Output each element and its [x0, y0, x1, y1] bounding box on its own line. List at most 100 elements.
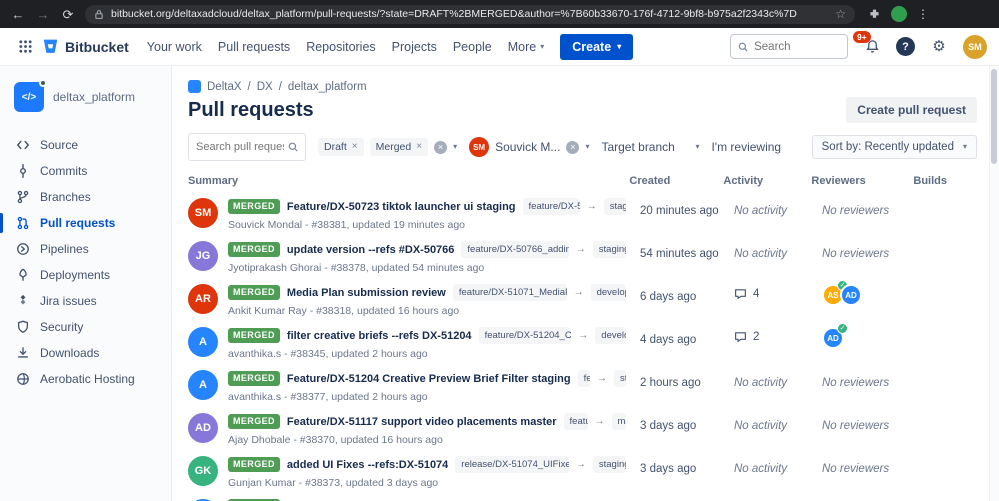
help-icon[interactable]: ?: [896, 37, 915, 56]
pull-request-row[interactable]: GK MERGED added UI Fixes --refs:DX-51074…: [188, 451, 977, 494]
pr-title-link[interactable]: Feature/DX-51117 support video placement…: [287, 416, 557, 428]
target-branch-chip[interactable]: mast...: [611, 413, 626, 431]
browser-profile-avatar[interactable]: [891, 6, 907, 22]
create-button[interactable]: Create ▾: [560, 33, 634, 60]
create-label: Create: [572, 39, 612, 54]
repo-header[interactable]: </> deltax_platform: [0, 79, 171, 112]
target-branch-chip[interactable]: staging: [603, 198, 626, 216]
branches-icon: [17, 190, 29, 204]
nav-item-repositories[interactable]: Repositories: [298, 34, 383, 60]
pr-title-link[interactable]: update version --refs #DX-50766: [287, 244, 455, 256]
state-filter-select[interactable]: Draft × Merged × × ▾: [318, 138, 457, 156]
source-branch-chip[interactable]: release/DX-51074_UIFixes_stagi...: [455, 456, 569, 474]
pr-title-link[interactable]: Feature/DX-51204 Creative Preview Brief …: [287, 373, 571, 385]
sidebar-item-branches[interactable]: Branches: [0, 184, 171, 210]
created-time: 6 days ago: [640, 291, 697, 303]
sidebar-item-deployments[interactable]: Deployments: [0, 262, 171, 288]
browser-back-icon[interactable]: ←: [10, 8, 26, 21]
sidebar-item-pull-requests[interactable]: Pull requests: [0, 210, 171, 236]
pull-request-row[interactable]: A MERGED Feature/DX-51204 Creative Previ…: [188, 365, 977, 408]
pull-request-row[interactable]: AD MERGED Feature/DX-51117 support video…: [188, 408, 977, 451]
source-branch-chip[interactable]: feature/DX-50723-tiktok-launc...: [522, 198, 580, 216]
target-branch-chip[interactable]: develop: [595, 327, 626, 345]
comments-indicator[interactable]: 4: [734, 287, 822, 300]
nav-item-your-work[interactable]: Your work: [139, 34, 210, 60]
pr-author-avatar[interactable]: JG: [188, 241, 218, 271]
user-avatar[interactable]: SM: [963, 34, 987, 59]
pr-author-avatar[interactable]: SM: [188, 198, 218, 228]
pr-author-avatar[interactable]: A: [188, 370, 218, 400]
source-icon: [17, 140, 29, 150]
nav-item-projects[interactable]: Projects: [384, 34, 445, 60]
pr-title-link[interactable]: added UI Fixes --refs:DX-51074: [287, 459, 448, 471]
pr-author-avatar[interactable]: AR: [188, 284, 218, 314]
target-branch-select[interactable]: Target branch ▾: [601, 140, 699, 154]
sidebar-item-label: Source: [40, 138, 79, 152]
pull-request-row[interactable]: SM MERGED Feature/DX-50723 tiktok launch…: [188, 193, 977, 236]
pull-request-row[interactable]: A MERGED: [188, 494, 977, 501]
brand-name: Bitbucket: [65, 38, 129, 55]
pull-request-row[interactable]: A MERGED filter creative briefs --refs D…: [188, 322, 977, 365]
settings-gear-icon[interactable]: ⚙: [928, 36, 950, 58]
pull-request-row[interactable]: AR MERGED Media Plan submission review f…: [188, 279, 977, 322]
bookmark-star-icon[interactable]: ☆: [835, 8, 846, 20]
sidebar-item-aerobatic-hosting[interactable]: Aerobatic Hosting: [0, 366, 171, 392]
nav-item-pull-requests[interactable]: Pull requests: [210, 34, 298, 60]
target-branch-chip[interactable]: staging: [592, 241, 626, 259]
sidebar-item-jira-issues[interactable]: Jira issues: [0, 288, 171, 314]
scrollbar-thumb[interactable]: [991, 69, 997, 164]
browser-menu-icon[interactable]: ⋮: [917, 7, 929, 21]
sidebar-item-commits[interactable]: Commits: [0, 158, 171, 184]
clear-filter-icon[interactable]: ×: [434, 140, 448, 154]
breadcrumb-workspace[interactable]: DeltaX: [207, 81, 242, 93]
breadcrumb: DeltaX / DX / deltax_platform: [188, 80, 977, 93]
remove-chip-icon[interactable]: ×: [416, 142, 422, 152]
pull-request-row[interactable]: JG MERGED update version --refs #DX-5076…: [188, 236, 977, 279]
global-search-input[interactable]: [730, 34, 848, 59]
nav-item-more[interactable]: More ▾: [500, 34, 553, 60]
pr-title-link[interactable]: Feature/DX-50723 tiktok launcher ui stag…: [287, 201, 516, 213]
extensions-icon[interactable]: [868, 8, 881, 21]
source-branch-chip[interactable]: feature/DX-51204_Creative_Pre...: [577, 370, 590, 388]
chevron-down-icon: ▾: [617, 41, 622, 51]
pr-meta: Gunjan Kumar - #38373, updated 3 days ag…: [228, 477, 439, 490]
aerobatic-globe-icon: [17, 373, 29, 385]
pr-author-avatar[interactable]: AD: [188, 413, 218, 443]
sidebar-item-pipelines[interactable]: Pipelines: [0, 236, 171, 262]
comments-indicator[interactable]: 2: [734, 330, 822, 343]
pr-title-link[interactable]: Media Plan submission review: [287, 287, 446, 299]
pr-title-link[interactable]: filter creative briefs --refs DX-51204: [287, 330, 472, 342]
browser-forward-icon[interactable]: →: [35, 8, 51, 21]
page-scrollbar[interactable]: [989, 66, 999, 501]
sidebar-item-downloads[interactable]: Downloads: [0, 340, 171, 366]
sidebar-item-security[interactable]: Security: [0, 314, 171, 340]
merged-badge: MERGED: [228, 457, 280, 473]
author-filter-select[interactable]: SM Souvick M... × ▾: [469, 137, 589, 157]
remove-chip-icon[interactable]: ×: [352, 142, 358, 152]
sort-select[interactable]: Sort by: Recently updated ▾: [811, 135, 977, 159]
target-branch-chip[interactable]: develop: [590, 284, 626, 302]
breadcrumb-project[interactable]: DX: [257, 81, 273, 93]
source-branch-chip[interactable]: feature/DX-51117-support-vide...: [563, 413, 588, 431]
im-reviewing-filter[interactable]: I'm reviewing: [711, 140, 781, 154]
address-bar[interactable]: bitbucket.org/deltaxadcloud/deltax_platf…: [85, 4, 855, 24]
more-label: More: [507, 39, 537, 54]
clear-filter-icon[interactable]: ×: [566, 140, 580, 154]
pr-author-avatar[interactable]: A: [188, 327, 218, 357]
breadcrumb-repo[interactable]: deltax_platform: [288, 81, 367, 93]
pr-author-avatar[interactable]: GK: [188, 456, 218, 486]
source-branch-chip[interactable]: feature/DX-51071_MediaPlanSu...: [452, 284, 567, 302]
app-switcher-icon[interactable]: [12, 34, 38, 60]
sidebar-item-source[interactable]: Source: [0, 132, 171, 158]
browser-reload-icon[interactable]: ⟳: [60, 8, 76, 21]
bitbucket-logo[interactable]: Bitbucket: [42, 38, 129, 55]
reviewer-avatar[interactable]: AD: [840, 284, 862, 306]
target-branch-chip[interactable]: sta...: [613, 370, 626, 388]
source-branch-chip[interactable]: feature/DX-51204_Creative_Pre...: [478, 327, 572, 345]
notifications-bell-icon[interactable]: 9+: [853, 30, 883, 58]
source-branch-chip[interactable]: feature/DX-50766_adding_goo...: [461, 241, 569, 259]
create-pull-request-button[interactable]: Create pull request: [846, 97, 977, 123]
nav-item-people[interactable]: People: [445, 34, 500, 60]
target-branch-chip[interactable]: staging: [592, 456, 626, 474]
pr-search-input[interactable]: [188, 133, 306, 161]
